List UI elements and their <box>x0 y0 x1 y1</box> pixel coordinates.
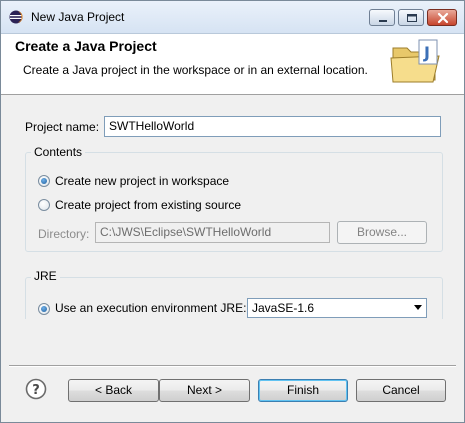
close-window-button[interactable] <box>427 9 457 26</box>
cancel-button[interactable]: Cancel <box>356 379 446 402</box>
project-name-input[interactable]: SWTHelloWorld <box>104 116 441 137</box>
title-bar[interactable]: New Java Project <box>1 1 464 34</box>
execution-environment-value: JavaSE-1.6 <box>252 301 315 315</box>
existing-source-radio[interactable] <box>38 199 50 211</box>
execution-environment-radio[interactable] <box>38 303 50 315</box>
new-java-project-dialog: New Java Project Create a Java Project C… <box>0 0 465 423</box>
page-description: Create a Java project in the workspace o… <box>23 63 368 77</box>
svg-text:J: J <box>423 43 430 62</box>
execution-environment-select[interactable]: JavaSE-1.6 <box>247 298 427 318</box>
chevron-down-icon <box>414 305 422 310</box>
directory-input[interactable]: C:\JWS\Eclipse\SWTHelloWorld <box>95 222 330 243</box>
back-button[interactable]: < Back <box>68 379 159 402</box>
directory-label: Directory: <box>38 227 90 241</box>
maximize-button[interactable] <box>398 9 424 26</box>
footer-separator <box>9 365 456 367</box>
project-name-label: Project name: <box>25 120 100 134</box>
existing-source-label[interactable]: Create project from existing source <box>55 198 241 212</box>
finish-button[interactable]: Finish <box>258 379 348 402</box>
minimize-button[interactable] <box>369 9 395 26</box>
help-icon[interactable]: ? <box>25 378 47 400</box>
create-new-project-label[interactable]: Create new project in workspace <box>55 174 229 188</box>
eclipse-icon <box>9 10 23 24</box>
next-button[interactable]: Next > <box>159 379 250 402</box>
svg-text:?: ? <box>32 383 40 398</box>
wizard-header: Create a Java Project Create a Java proj… <box>1 34 464 95</box>
window-title: New Java Project <box>31 10 125 24</box>
page-title: Create a Java Project <box>15 38 157 54</box>
minimize-icon <box>379 20 387 22</box>
scroll-clip <box>1 319 464 365</box>
execution-environment-label[interactable]: Use an execution environment JRE: <box>55 301 246 315</box>
create-new-project-radio[interactable] <box>38 175 50 187</box>
close-icon <box>437 12 449 24</box>
java-project-folder-icon: J <box>390 39 440 83</box>
maximize-icon <box>407 14 417 22</box>
jre-group-label: JRE <box>31 269 60 283</box>
contents-group-label: Contents <box>31 145 86 159</box>
browse-button[interactable]: Browse... <box>337 221 427 244</box>
